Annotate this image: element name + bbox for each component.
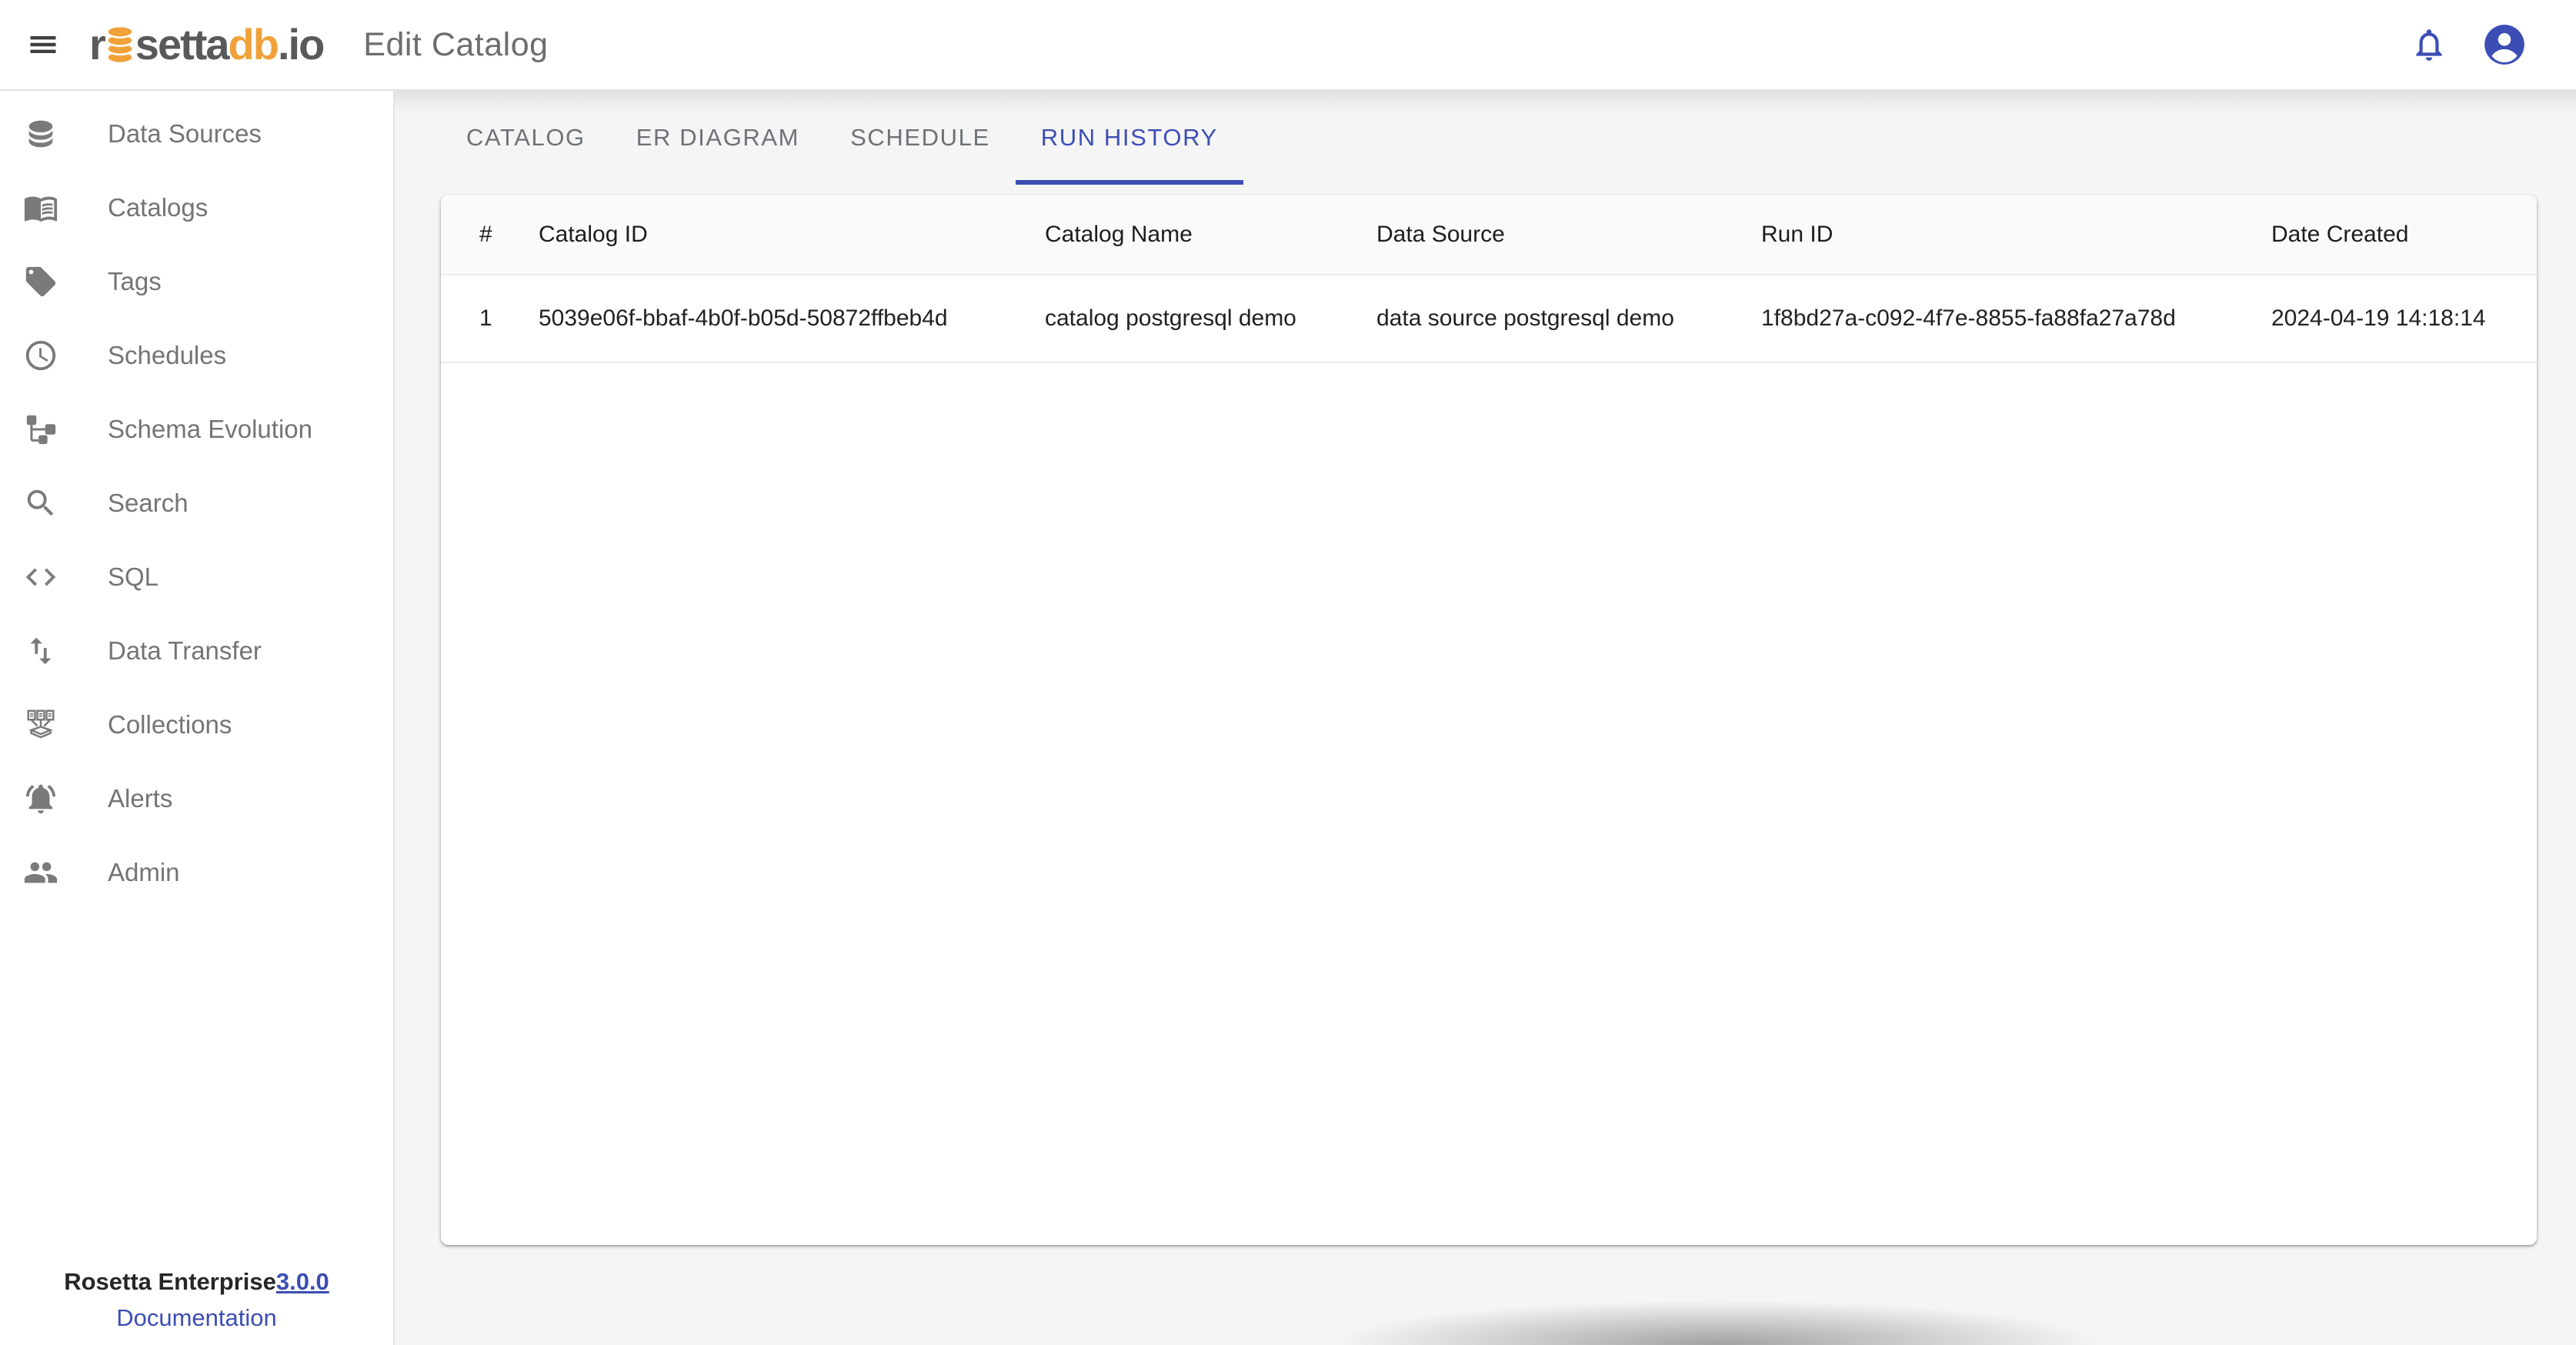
sidebar-footer: Rosetta Enterprise3.0.0 Documentation: [0, 1263, 393, 1336]
sidebar-item-label: Search: [108, 489, 189, 518]
book-icon: [23, 190, 58, 225]
sidebar-item-admin[interactable]: Admin: [0, 836, 393, 909]
db-coins-icon: [105, 24, 135, 65]
content-area: CATALOG ER DIAGRAM SCHEDULE RUN HISTORY: [395, 91, 2576, 1345]
column-header-catalog-id: Catalog ID: [539, 195, 1045, 275]
column-header-date-created: Date Created: [2271, 195, 2537, 275]
bottom-edge-shadow: [1172, 1282, 2264, 1345]
sidebar-item-label: Data Sources: [108, 119, 262, 149]
documentation-link[interactable]: Documentation: [0, 1300, 393, 1336]
logo-text: r: [89, 23, 105, 66]
main-layout: Data Sources Catalogs Tags Schedu: [0, 91, 2576, 1345]
tab-run-history[interactable]: RUN HISTORY: [1016, 91, 1243, 185]
alert-bell-icon: [23, 781, 58, 816]
tab-er-diagram[interactable]: ER DIAGRAM: [611, 91, 825, 185]
column-header-index: #: [441, 195, 539, 275]
sidebar-item-catalogs[interactable]: Catalogs: [0, 171, 393, 245]
app-logo[interactable]: r setta db .io: [89, 23, 323, 66]
code-icon: [23, 559, 58, 595]
sidebar-item-label: Schedules: [108, 341, 226, 370]
tab-bar: CATALOG ER DIAGRAM SCHEDULE RUN HISTORY: [441, 91, 2576, 185]
run-history-card: # Catalog ID Catalog Name Data Source Ru…: [441, 195, 2537, 1245]
top-bar: r setta db .io Edit Catalog: [0, 0, 2576, 91]
tab-label: CATALOG: [466, 124, 586, 152]
sidebar-item-schedules[interactable]: Schedules: [0, 319, 393, 392]
menu-icon[interactable]: [26, 28, 60, 62]
sidebar-item-schema-evolution[interactable]: Schema Evolution: [0, 392, 393, 466]
sidebar-item-label: Tags: [108, 267, 162, 296]
database-icon: [23, 116, 58, 152]
sidebar-item-label: Alerts: [108, 784, 172, 813]
sidebar-item-label: Collections: [108, 710, 232, 739]
tag-icon: [23, 264, 58, 299]
sidebar-item-data-sources[interactable]: Data Sources: [0, 97, 393, 171]
notifications-bell-icon[interactable]: [2410, 25, 2448, 64]
column-header-run-id: Run ID: [1761, 195, 2271, 275]
cell-index: 1: [441, 275, 539, 362]
collections-icon: [23, 707, 58, 743]
tab-catalog[interactable]: CATALOG: [441, 91, 611, 185]
run-history-table: # Catalog ID Catalog Name Data Source Ru…: [441, 195, 2537, 363]
cell-catalog-id: 5039e06f-bbaf-4b0f-b05d-50872ffbeb4d: [539, 275, 1045, 362]
sidebar-nav: Data Sources Catalogs Tags Schedu: [0, 91, 393, 909]
cell-catalog-name: catalog postgresql demo: [1045, 275, 1376, 362]
tab-label: SCHEDULE: [850, 124, 990, 152]
sidebar-item-alerts[interactable]: Alerts: [0, 762, 393, 836]
column-header-catalog-name: Catalog Name: [1045, 195, 1376, 275]
search-icon: [23, 486, 58, 521]
transfer-icon: [23, 633, 58, 669]
table-row[interactable]: 1 5039e06f-bbaf-4b0f-b05d-50872ffbeb4d c…: [441, 275, 2537, 362]
sidebar-item-collections[interactable]: Collections: [0, 688, 393, 762]
sidebar-item-search[interactable]: Search: [0, 466, 393, 540]
logo-text: setta: [135, 23, 229, 66]
sidebar-item-label: Schema Evolution: [108, 415, 312, 444]
sidebar-item-label: SQL: [108, 562, 158, 592]
table-header-row: # Catalog ID Catalog Name Data Source Ru…: [441, 195, 2537, 275]
schema-icon: [23, 412, 58, 447]
sidebar-item-label: Data Transfer: [108, 636, 262, 666]
sidebar-item-label: Catalogs: [108, 193, 208, 222]
logo-text: .io: [278, 23, 323, 66]
sidebar-item-data-transfer[interactable]: Data Transfer: [0, 614, 393, 688]
product-name: Rosetta Enterprise: [64, 1268, 276, 1295]
topbar-actions: [2410, 21, 2528, 68]
sidebar-item-tags[interactable]: Tags: [0, 245, 393, 319]
column-header-data-source: Data Source: [1376, 195, 1761, 275]
cell-data-source: data source postgresql demo: [1376, 275, 1761, 362]
page-title: Edit Catalog: [363, 26, 548, 64]
sidebar: Data Sources Catalogs Tags Schedu: [0, 91, 395, 1345]
clock-icon: [23, 338, 58, 373]
version-link[interactable]: 3.0.0: [276, 1268, 329, 1295]
people-icon: [23, 855, 58, 890]
logo-db-text: db: [229, 23, 278, 66]
tab-label: RUN HISTORY: [1041, 124, 1218, 152]
sidebar-item-label: Admin: [108, 858, 180, 887]
cell-run-id: 1f8bd27a-c092-4f7e-8855-fa88fa27a78d: [1761, 275, 2271, 362]
account-avatar-icon[interactable]: [2481, 21, 2528, 68]
sidebar-item-sql[interactable]: SQL: [0, 540, 393, 614]
cell-date-created: 2024-04-19 14:18:14: [2271, 275, 2537, 362]
tab-label: ER DIAGRAM: [636, 124, 799, 152]
tab-schedule[interactable]: SCHEDULE: [825, 91, 1016, 185]
